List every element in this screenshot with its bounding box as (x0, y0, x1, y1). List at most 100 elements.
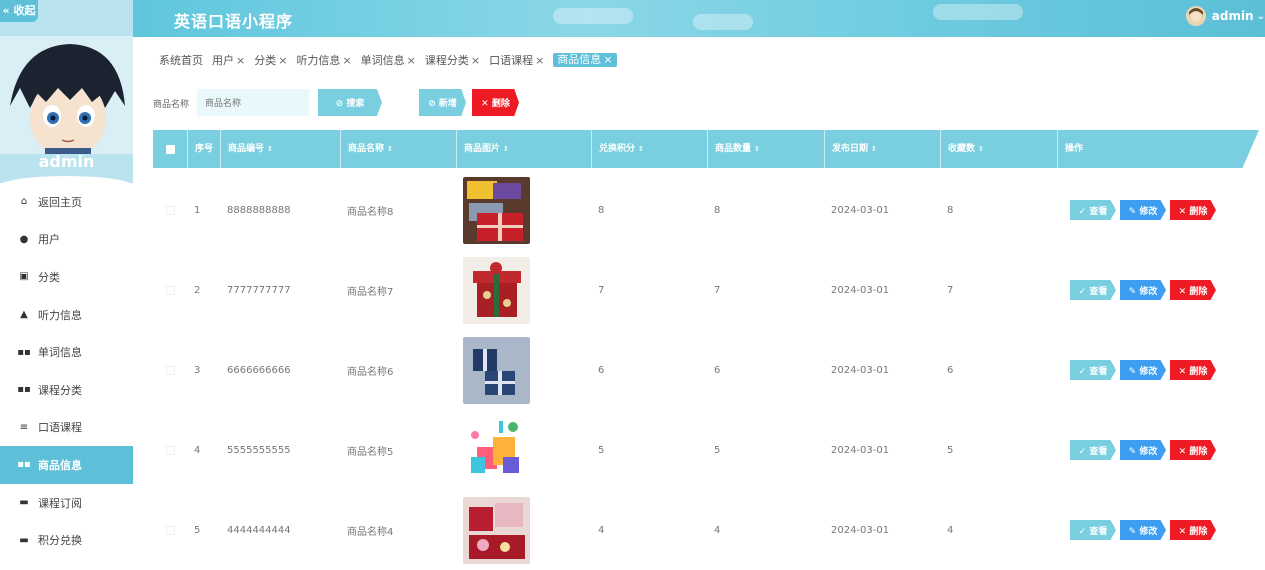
cell-date-text: 2024-03-01 (831, 444, 890, 456)
table-row: 4 5555555555 商品名称5 5 5 2024-03-01 5 ✓ 查看 ✎ 修改 ✕ 删… (153, 410, 1259, 490)
tab-label: 系统首页 (159, 54, 203, 67)
col-index: 序号 (187, 130, 220, 168)
cell-date-text: 2024-03-01 (831, 204, 890, 216)
col-quantity[interactable]: 商品数量 ⇕ (707, 130, 824, 168)
edit-button[interactable]: ✎ 修改 (1120, 280, 1166, 300)
close-icon[interactable]: × (342, 54, 351, 67)
close-icon[interactable]: × (535, 54, 544, 67)
sidebar-item-speaking-course[interactable]: ≡ 口语课程 (0, 409, 133, 447)
product-image[interactable] (463, 416, 530, 484)
row-checkbox[interactable] (153, 490, 187, 570)
col-name[interactable]: 商品名称 ⇕ (340, 130, 456, 168)
user-menu[interactable]: admin ⌄ (1185, 6, 1265, 26)
row-delete-button[interactable]: ✕ 删除 (1170, 360, 1216, 380)
product-image[interactable] (463, 256, 530, 324)
tab-speaking-course[interactable]: 口语课程 × (489, 52, 544, 68)
tab-course-category[interactable]: 课程分类 × (425, 52, 480, 68)
col-favorites[interactable]: 收藏数 ⇕ (940, 130, 1057, 168)
product-image[interactable] (463, 176, 530, 244)
col-date[interactable]: 发布日期 ⇕ (824, 130, 940, 168)
sidebar-item-points-exchange[interactable]: ▬ 积分兑换 (0, 521, 133, 559)
sidebar-item-course-category[interactable]: ▪▪ 课程分类 (0, 371, 133, 409)
row-delete-button[interactable]: ✕ 删除 (1170, 520, 1216, 540)
cell-favorites-text: 6 (947, 364, 954, 376)
close-icon[interactable]: × (407, 54, 416, 67)
cell-name-text: 商品名称8 (347, 206, 394, 218)
sidebar: admin « 收起 ⌂ 返回主页 ● 用户 ▣ 分类 ▲ 听力信息 ▪▪ 单词… (0, 0, 133, 567)
cloud-decoration (693, 14, 753, 30)
cell-points-text: 7 (598, 284, 605, 296)
sidebar-item-words[interactable]: ▪▪ 单词信息 (0, 333, 133, 371)
close-icon[interactable]: × (471, 54, 480, 67)
cell-index: 2 (187, 250, 220, 330)
cell-code: 4444444444 (220, 490, 340, 570)
sidebar-item-label: 课程订阅 (38, 496, 82, 510)
col-code[interactable]: 商品编号 ⇕ (220, 130, 340, 168)
sidebar-item-home[interactable]: ⌂ 返回主页 (0, 183, 133, 221)
sort-icon: ⇕ (387, 145, 393, 153)
tab-home[interactable]: 系统首页 (159, 52, 203, 68)
cell-name-text: 商品名称5 (347, 446, 394, 458)
cell-quantity-text: 4 (714, 524, 721, 536)
row-delete-button[interactable]: ✕ 删除 (1170, 280, 1216, 300)
row-checkbox[interactable] (153, 410, 187, 490)
tab-category[interactable]: 分类 × (254, 52, 287, 68)
row-delete-button[interactable]: ✕ 删除 (1170, 440, 1216, 460)
product-image[interactable] (463, 496, 530, 564)
cell-quantity-text: 7 (714, 284, 721, 296)
product-image[interactable] (463, 336, 530, 404)
tab-products[interactable]: 商品信息 × (553, 53, 617, 67)
sidebar-item-listening[interactable]: ▲ 听力信息 (0, 296, 133, 334)
sidebar-item-course-subscription[interactable]: ▬ 课程订阅 (0, 484, 133, 522)
col-points[interactable]: 兑换积分 ⇕ (591, 130, 707, 168)
tab-words[interactable]: 单词信息 × (361, 52, 416, 68)
tab-label: 分类 (254, 54, 277, 67)
row-checkbox[interactable] (153, 250, 187, 330)
close-icon[interactable]: × (236, 54, 245, 67)
cell-name: 商品名称6 (340, 330, 456, 410)
select-all-checkbox[interactable] (153, 130, 187, 168)
chevron-down-icon: ⌄ (1256, 10, 1265, 22)
cell-favorites-text: 4 (947, 524, 954, 536)
cell-date: 2024-03-01 (824, 410, 940, 490)
view-button[interactable]: ✓ 查看 (1070, 520, 1116, 540)
delete-button[interactable]: ✕ 删除 (472, 89, 519, 116)
tab-listening[interactable]: 听力信息 × (296, 52, 351, 68)
edit-button[interactable]: ✎ 修改 (1120, 440, 1166, 460)
cell-index: 1 (187, 170, 220, 250)
tab-user[interactable]: 用户 × (212, 52, 245, 68)
cell-index-text: 4 (194, 444, 201, 456)
sort-icon: ⇕ (267, 145, 273, 153)
collapse-sidebar-button[interactable]: « 收起 (0, 0, 38, 22)
sidebar-item-label: 口语课程 (38, 421, 82, 435)
sidebar-item-label: 单词信息 (38, 346, 82, 360)
search-button[interactable]: ⊘ 搜索 (318, 89, 382, 116)
edit-button[interactable]: ✎ 修改 (1120, 520, 1166, 540)
view-button[interactable]: ✓ 查看 (1070, 440, 1116, 460)
row-delete-button[interactable]: ✕ 删除 (1170, 200, 1216, 220)
cell-points: 6 (591, 330, 707, 410)
view-button[interactable]: ✓ 查看 (1070, 360, 1116, 380)
sidebar-item-user[interactable]: ● 用户 (0, 221, 133, 259)
sort-icon: ⇕ (638, 145, 644, 153)
add-button[interactable]: ⊘ 新增 (419, 89, 466, 116)
view-button[interactable]: ✓ 查看 (1070, 200, 1116, 220)
edit-button[interactable]: ✎ 修改 (1120, 200, 1166, 220)
product-name-search-input[interactable] (197, 89, 309, 116)
close-icon[interactable]: × (603, 53, 612, 67)
cell-date-text: 2024-03-01 (831, 524, 890, 536)
app-title: 英语口语小程序 (174, 12, 294, 31)
edit-button[interactable]: ✎ 修改 (1120, 360, 1166, 380)
close-icon[interactable]: × (278, 54, 287, 67)
row-checkbox[interactable] (153, 330, 187, 410)
cell-favorites: 6 (940, 330, 1057, 410)
cell-image (456, 170, 591, 250)
sidebar-item-products[interactable]: ▪▪ 商品信息 (0, 446, 133, 484)
sidebar-item-category[interactable]: ▣ 分类 (0, 258, 133, 296)
cell-name-text: 商品名称6 (347, 366, 394, 378)
col-image[interactable]: 商品图片 ⇕ (456, 130, 591, 168)
home-icon: ⌂ (20, 196, 28, 208)
sort-icon: ⇕ (871, 145, 877, 153)
row-checkbox[interactable] (153, 170, 187, 250)
view-button[interactable]: ✓ 查看 (1070, 280, 1116, 300)
